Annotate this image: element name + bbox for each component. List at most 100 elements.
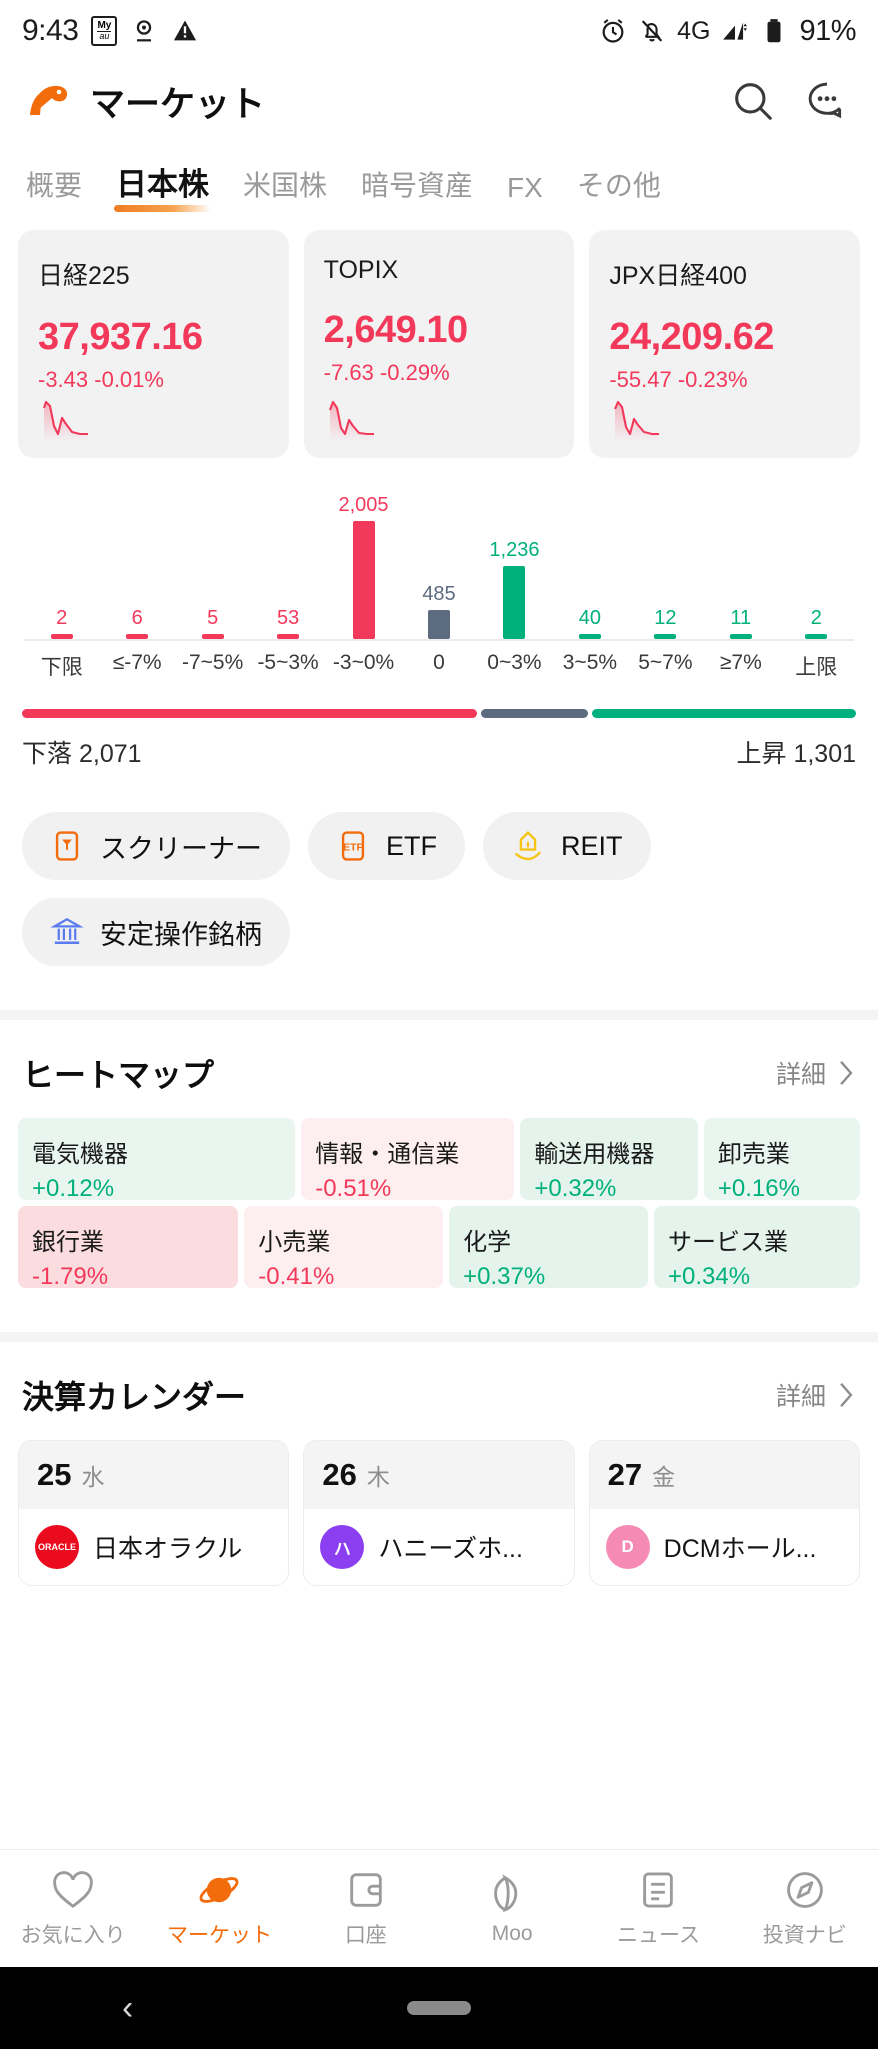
news-icon [643,1872,674,1907]
calendar-company-item[interactable]: ORACLE 日本オラクル [19,1509,288,1585]
bar-category-label: 5~7% [638,651,693,674]
tab-us-stocks[interactable]: 米国株 [239,164,331,216]
index-name: 日経225 [38,262,130,290]
index-card-nikkei225[interactable]: 日経225 37,937.16 -3.43 -0.01% [18,230,289,458]
brand: マーケット [28,76,265,127]
calendar-company-item[interactable]: ハハニーズホ... [304,1509,573,1585]
nav-label: Moo [491,1921,533,1945]
bar [201,634,224,639]
index-price: 37,937.16 [38,316,203,358]
bar [503,566,526,639]
sparkline-chart [43,400,88,442]
quick-action-chips: スクリーナー ETF ETF REIT 安定操作銘柄 [0,770,878,966]
index-card-row: 日経225 37,937.16 -3.43 -0.01% TOPIX 2,649… [0,216,878,458]
moomoo-logo-icon [30,85,68,115]
signal-icon [723,22,748,40]
calendar-day-card[interactable]: 25 水 ORACLE 日本オラクル [18,1440,290,1586]
notifications-off-icon [641,20,663,42]
calendar-detail-link[interactable]: 詳細 [776,1377,856,1413]
bar-value-label: 2 [56,607,68,629]
myau-top-text: My [97,20,112,31]
index-change: -7.63 -0.29% [323,360,450,385]
heatmap-sector-name: 卸売業 [717,1141,790,1168]
battery-icon [767,19,781,43]
heatmap-cell[interactable]: 卸売業 +0.16% [703,1118,860,1202]
heatmap-sector-name: 情報・通信業 [315,1141,460,1168]
index-card-jpx400[interactable]: JPX日経400 24,209.62 -55.47 -0.23% [589,230,861,458]
tab-others[interactable]: その他 [573,164,665,216]
heatmap-cell[interactable]: 化学 +0.37% [449,1206,648,1290]
chip-label: スクリーナー [100,833,262,864]
chevron-right-icon [840,1061,853,1085]
nav-item-account[interactable]: 口座 [293,1869,439,1949]
tab-overview[interactable]: 概要 [22,164,86,216]
bar-value-label: 2 [810,607,822,629]
heatmap-cell[interactable]: 電気機器 +0.12% [18,1118,296,1202]
nav-item-favorites[interactable]: お気に入り [0,1869,146,1949]
calendar-day-header: 27 金 [589,1441,859,1509]
heatmap-cell[interactable]: 情報・通信業 -0.51% [301,1118,515,1202]
distribution-bar-column: 6 [102,608,172,639]
calendar-company-item[interactable]: D DCMホール... [590,1509,859,1585]
heatmap-sector-name: 銀行業 [32,1229,104,1256]
detail-label: 詳細 [775,1061,826,1089]
company-logo: ハ [320,1525,365,1569]
myau-icon: My au [91,16,118,46]
search-icon[interactable] [730,78,776,124]
heatmap-detail-link[interactable]: 詳細 [776,1055,856,1091]
chip-etf[interactable]: ETF ETF [308,812,465,880]
ratio-segment-down [22,709,478,718]
nav-item-investment-navi[interactable]: 投資ナビ [732,1869,878,1949]
bar [50,634,73,639]
calendar-day-header: 26 木 [304,1441,574,1509]
myau-bottom-text: au [97,31,112,41]
heatmap-cell[interactable]: 銀行業 -1.79% [18,1206,239,1290]
chip-label: REIT [561,830,623,861]
nav-item-news[interactable]: ニュース [585,1869,731,1949]
heatmap-sector-change: +0.12% [32,1175,115,1202]
index-name: JPX日経400 [609,262,747,290]
bar [352,521,375,639]
index-change: -3.43 -0.01% [38,367,164,392]
chip-reit[interactable]: REIT [483,812,651,880]
heatmap-sector-change: +0.32% [534,1175,617,1202]
sparkline-chart [614,400,660,442]
distribution-bar-column: 2,005 [329,495,399,639]
nav-item-market[interactable]: マーケット [146,1869,292,1949]
updown-distribution-chart: 2 6 5 53 2,005 485 1,236 40 12 11 2 下限 ≤-7% -7~5% -5~… [0,458,878,681]
heatmap-cell[interactable]: 小売業 -0.41% [244,1206,444,1290]
tab-label: 米国株 [243,170,328,201]
distribution-bar-column: 485 [404,584,474,639]
heatmap-cell[interactable]: 輸送用機器 +0.32% [520,1118,698,1202]
chevron-right-icon [840,1383,853,1407]
index-card-topix[interactable]: TOPIX 2,649.10 -7.63 -0.29% [303,230,575,458]
back-button[interactable]: ‹ [122,1991,133,2025]
chip-screener[interactable]: スクリーナー [22,812,290,880]
company-name: DCMホール... [663,1535,817,1563]
heatmap-cell[interactable]: サービス業 +0.34% [653,1206,860,1290]
tab-label: 暗号資産 [361,170,474,201]
heatmap-row: 電気機器 +0.12% 情報・通信業 -0.51% 輸送用機器 +0.32% 卸売業 +0.1… [18,1118,860,1202]
calendar-day-card[interactable]: 26 木ハハニーズホ... [303,1440,575,1586]
ratio-bar [22,709,856,718]
detail-label: 詳細 [775,1383,826,1411]
location-icon [137,20,152,42]
tab-fx[interactable]: FX [503,172,547,216]
calendar-section-header: 決算カレンダー 詳細 [0,1342,878,1440]
calendar-day-card[interactable]: 27 金 D DCMホール... [588,1440,860,1586]
chip-stable-operation-stocks[interactable]: 安定操作銘柄 [22,898,290,966]
tab-crypto[interactable]: 暗号資産 [357,164,477,216]
home-indicator[interactable] [407,2001,471,2015]
tab-japan-stocks[interactable]: 日本株 [112,159,213,216]
bank-icon [50,917,84,945]
bar-value-label: 40 [578,607,602,629]
bar [126,634,149,639]
earnings-calendar: 25 水 ORACLE 日本オラクル 26 木ハハニーズホ... 27 金 D DCMホール... [0,1440,878,1586]
tab-label: 概要 [26,170,83,201]
distribution-x-labels: 下限 ≤-7% -7~5% -5~3% -3~0% 0 0~3% 3~5% 5~7% ≥7% 上限 [16,651,862,681]
nav-item-moo[interactable]: Moo [439,1872,585,1946]
app-screen: 9:43 My au 4G 91% マーケット 概要 日本株 米国株 暗号資産 … [0,0,878,2049]
heatmap-sector-change: +0.34% [667,1263,751,1290]
bottom-navigation: お気に入り マーケット 口座 Moo ニュース 投資ナビ [0,1849,878,1967]
chat-bubble-icon[interactable] [804,78,850,124]
